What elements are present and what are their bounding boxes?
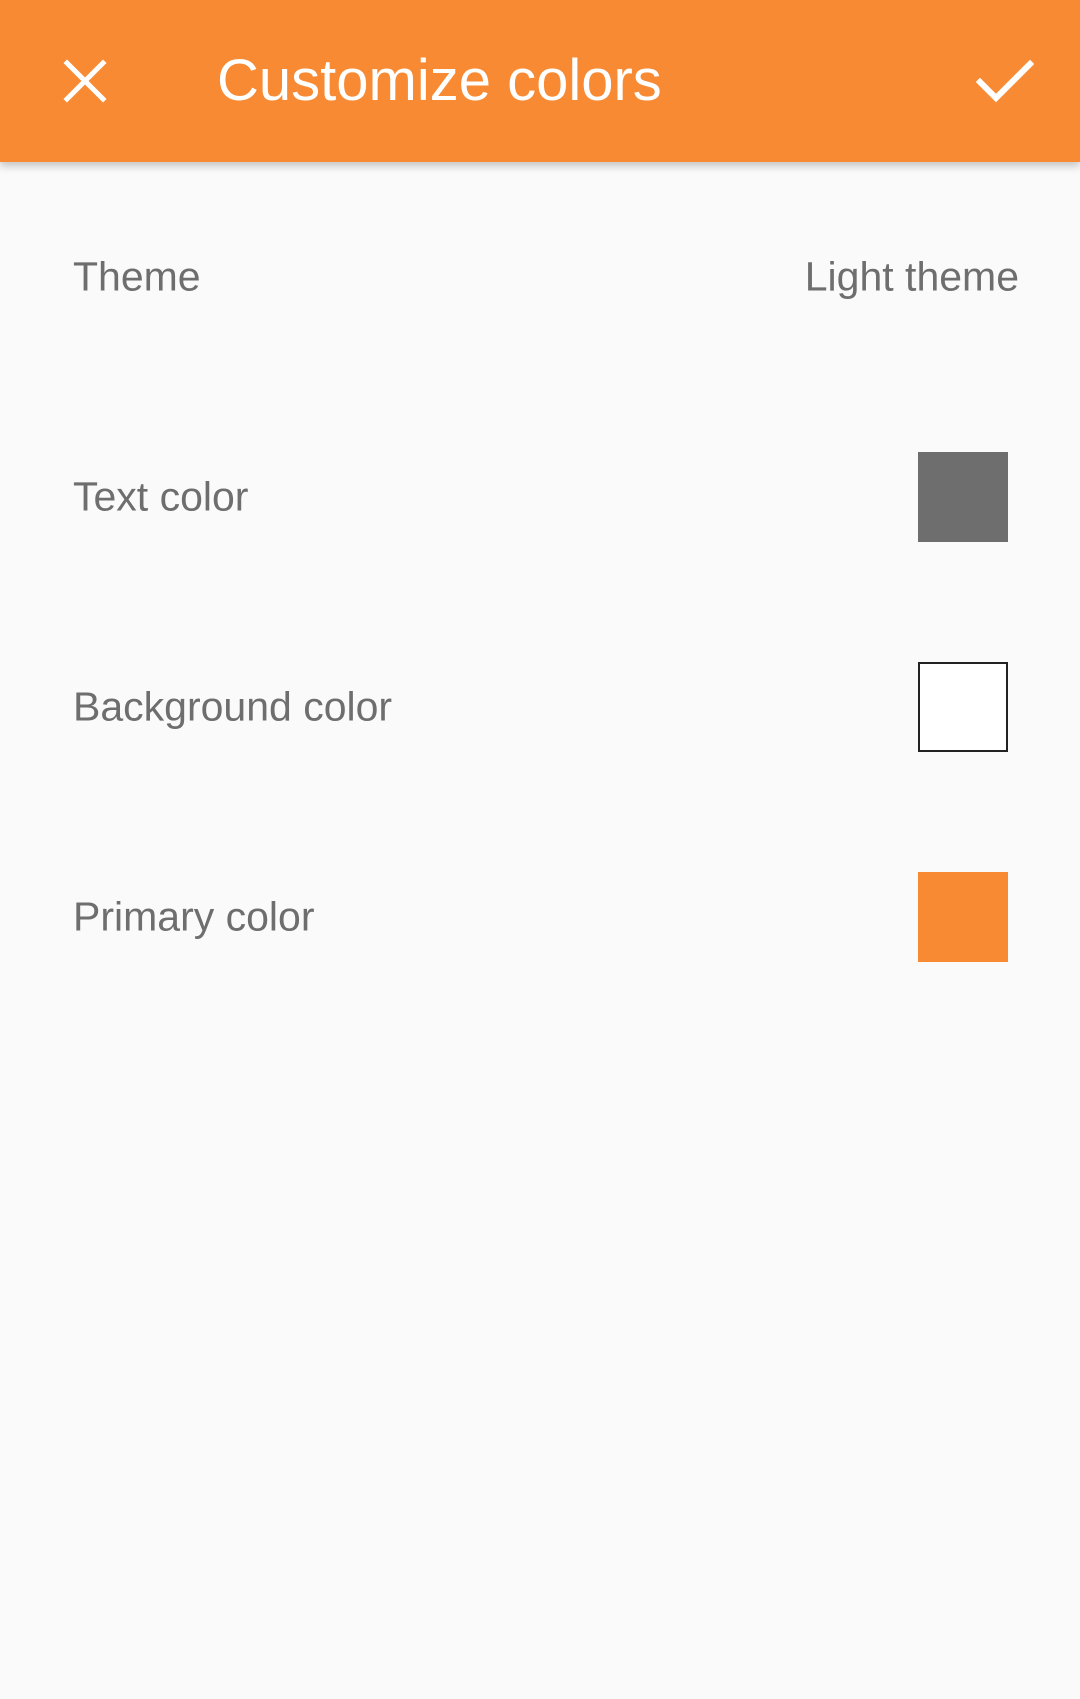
primary-color-row[interactable]: Primary color — [0, 812, 1080, 1022]
theme-label: Theme — [73, 253, 201, 300]
text-color-swatch[interactable] — [918, 452, 1008, 542]
primary-color-label: Primary color — [73, 893, 315, 940]
check-icon — [976, 59, 1034, 103]
background-color-label: Background color — [73, 683, 393, 730]
settings-list: Theme Light theme Text color Background … — [0, 162, 1080, 1022]
customize-colors-screen: Customize colors Theme Light theme Text … — [0, 0, 1080, 1699]
confirm-button[interactable] — [960, 36, 1050, 126]
theme-value: Light theme — [804, 253, 1019, 300]
app-toolbar: Customize colors — [0, 0, 1080, 162]
background-color-row[interactable]: Background color — [0, 602, 1080, 812]
background-color-swatch[interactable] — [918, 662, 1008, 752]
toolbar-title: Customize colors — [217, 48, 662, 113]
text-color-label: Text color — [73, 473, 249, 520]
primary-color-swatch[interactable] — [918, 872, 1008, 962]
close-icon — [63, 59, 107, 103]
theme-row[interactable]: Theme Light theme — [0, 162, 1080, 392]
text-color-row[interactable]: Text color — [0, 392, 1080, 602]
close-button[interactable] — [40, 36, 130, 126]
